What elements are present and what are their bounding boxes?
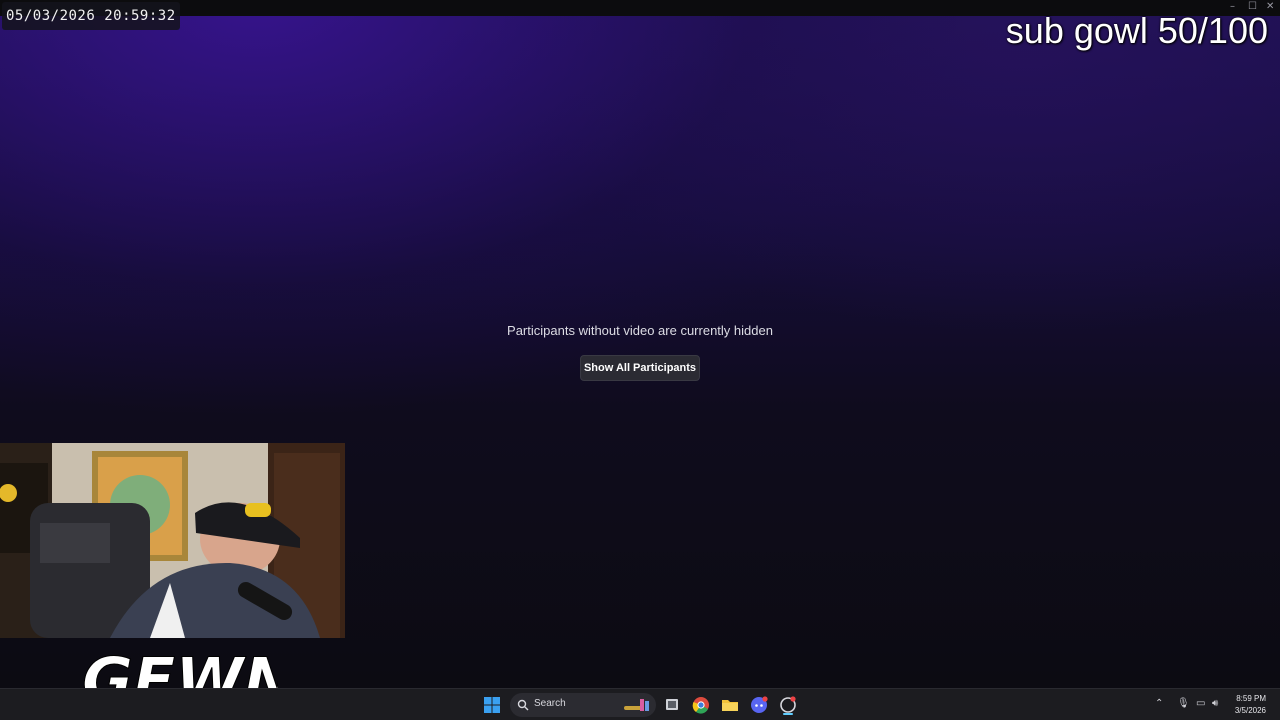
show-all-participants-button[interactable]: Show All Participants: [580, 355, 700, 381]
task-view-icon[interactable]: [662, 695, 682, 715]
hidden-participants-message: Participants without video are currently…: [507, 323, 773, 338]
search-label: Search: [534, 698, 566, 709]
app-icon[interactable]: [778, 695, 798, 715]
search-highlight-icon: [624, 699, 649, 711]
file-explorer-icon[interactable]: [720, 695, 740, 715]
tray-overflow-icon[interactable]: ⌃: [1155, 698, 1163, 709]
taskbar-clock-time[interactable]: 8:59 PM: [1236, 694, 1266, 703]
windows-start-icon[interactable]: [482, 695, 502, 715]
discord-icon[interactable]: [749, 695, 769, 715]
webcam-feed: [0, 443, 345, 638]
taskbar-clock-date[interactable]: 3/5/2026: [1235, 706, 1266, 715]
timestamp-overlay: 05/03/2026 20:59:32: [2, 2, 180, 30]
webcam-image: [0, 443, 345, 638]
chrome-icon[interactable]: [691, 695, 711, 715]
windows-taskbar: Search ⌃ 🎙︎ ▭ 🔊︎ 8:59 PM 3/5/2026: [0, 688, 1280, 720]
sub-goal-overlay: sub gowl 50/100: [1005, 10, 1268, 51]
network-icon[interactable]: ▭: [1196, 698, 1205, 709]
volume-icon[interactable]: 🔊︎: [1212, 698, 1218, 709]
taskbar-search-box[interactable]: Search: [510, 693, 656, 717]
microphone-icon[interactable]: 🎙︎: [1177, 698, 1190, 709]
search-icon: [517, 699, 529, 711]
